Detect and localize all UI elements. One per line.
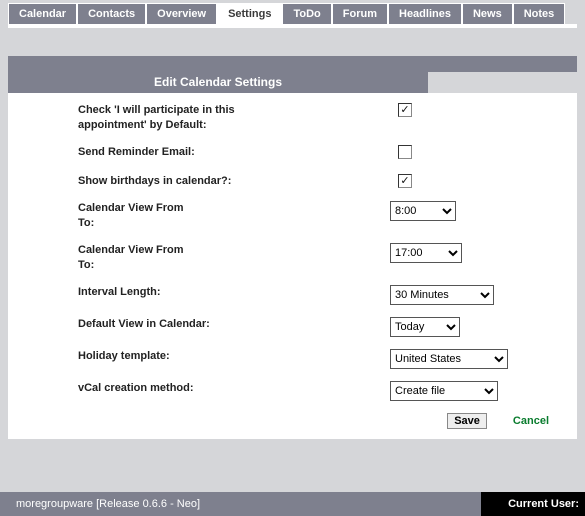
tab-notes[interactable]: Notes (513, 3, 566, 24)
check-icon: ✓ (400, 105, 409, 115)
tab-contacts[interactable]: Contacts (77, 3, 146, 24)
tab-bar: Calendar Contacts Overview Settings ToDo… (0, 0, 585, 24)
participate-checkbox[interactable]: ✓ (398, 103, 412, 117)
tab-settings[interactable]: Settings (217, 3, 282, 24)
panel-title: Edit Calendar Settings (8, 72, 428, 93)
divider-bar (8, 56, 577, 72)
tab-headlines[interactable]: Headlines (388, 3, 462, 24)
interval-select[interactable]: 30 Minutes (390, 285, 494, 305)
settings-panel: Edit Calendar Settings Check 'I will par… (8, 72, 577, 439)
birthdays-label: Show birthdays in calendar?: (8, 174, 298, 189)
footer-version: moregroupware [Release 0.6.6 - Neo] (0, 492, 481, 516)
tab-forum[interactable]: Forum (332, 3, 388, 24)
tab-underline (8, 24, 577, 28)
participate-label: Check 'I will participate in this appoin… (8, 103, 298, 133)
reminder-checkbox[interactable] (398, 145, 412, 159)
settings-form: Check 'I will participate in this appoin… (8, 93, 577, 439)
view-from-label: Calendar View From To: (8, 201, 298, 231)
holiday-label: Holiday template: (8, 349, 298, 364)
holiday-select[interactable]: United States (390, 349, 508, 369)
cancel-link[interactable]: Cancel (513, 415, 549, 427)
footer-current-user: Current User: (481, 492, 585, 516)
panel-title-spacer (428, 72, 577, 93)
view-to-label: Calendar View From To: (8, 243, 298, 273)
birthdays-checkbox[interactable]: ✓ (398, 174, 412, 188)
vcal-label: vCal creation method: (8, 381, 298, 396)
save-button[interactable]: Save (447, 413, 487, 429)
tab-calendar[interactable]: Calendar (8, 3, 77, 24)
interval-label: Interval Length: (8, 285, 298, 300)
view-from-select[interactable]: 8:00 (390, 201, 456, 221)
view-to-select[interactable]: 17:00 (390, 243, 462, 263)
tab-todo[interactable]: ToDo (282, 3, 331, 24)
check-icon: ✓ (400, 176, 409, 186)
vcal-select[interactable]: Create file (390, 381, 498, 401)
footer: moregroupware [Release 0.6.6 - Neo] Curr… (0, 492, 585, 516)
default-view-label: Default View in Calendar: (8, 317, 298, 332)
tab-overview[interactable]: Overview (146, 3, 217, 24)
default-view-select[interactable]: Today (390, 317, 460, 337)
reminder-label: Send Reminder Email: (8, 145, 298, 160)
tab-news[interactable]: News (462, 3, 513, 24)
